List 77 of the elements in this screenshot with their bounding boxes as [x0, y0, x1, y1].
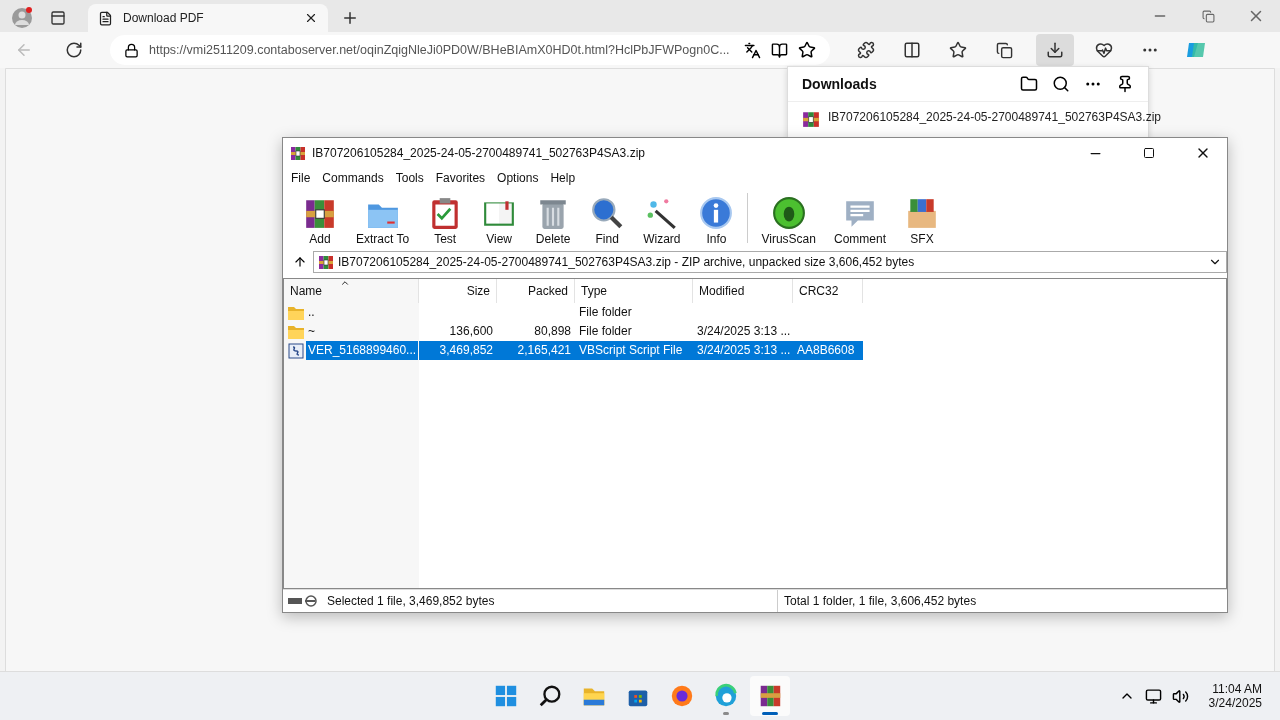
file-name[interactable]: .. [306, 303, 317, 322]
file-name[interactable]: VER_5168899460... [306, 341, 419, 360]
table-cell: VBScript Script File [575, 341, 693, 360]
column-header[interactable]: Name [284, 279, 419, 303]
toolbar-button[interactable]: Test [418, 196, 473, 246]
table-cell: 2,165,421 [497, 341, 575, 360]
collections-icon[interactable] [995, 41, 1013, 59]
column-header[interactable]: Type [575, 279, 693, 303]
browser-tab[interactable]: Download PDF [88, 4, 328, 32]
table-cell: AA8B6608 [793, 341, 863, 360]
table-cell-text: 136,600 [448, 323, 494, 340]
column-header[interactable]: Size [419, 279, 497, 303]
menu-item[interactable]: Tools [389, 171, 430, 185]
translate-icon[interactable] [744, 41, 761, 59]
column-header[interactable]: CRC32 [793, 279, 863, 303]
search-icon[interactable] [1052, 75, 1070, 93]
column-header[interactable]: Modified [693, 279, 793, 303]
menu-item[interactable]: Options [491, 171, 545, 185]
favorites-icon[interactable] [949, 41, 967, 59]
toolbar-button[interactable]: View [472, 196, 527, 246]
script-file-icon [288, 342, 304, 359]
heart-pulse-icon[interactable] [1095, 41, 1113, 59]
read-aloud-icon[interactable] [771, 41, 788, 59]
new-tab-icon[interactable] [341, 9, 359, 27]
table-cell-text: 80,898 [533, 323, 572, 340]
folder-icon[interactable] [1020, 75, 1038, 93]
lock-icon [124, 42, 139, 58]
download-filename[interactable]: IB707206105284_2025-24-05-2700489741_502763P4SA3.zip [828, 110, 1161, 124]
extensions-icon[interactable] [857, 41, 875, 59]
windows-icon [493, 683, 519, 709]
toolbar-button[interactable]: Extract To [347, 196, 419, 246]
search-icon [537, 683, 563, 709]
table-cell-text: File folder [578, 304, 633, 321]
maximize-icon[interactable] [1143, 147, 1155, 159]
archive-icon [318, 254, 334, 270]
network-icon[interactable] [1144, 687, 1162, 705]
column-header[interactable]: Packed [497, 279, 575, 303]
document-icon [98, 10, 113, 26]
toolbar-button[interactable]: Comment [824, 196, 895, 246]
split-screen-icon[interactable] [903, 41, 921, 59]
profile-avatar[interactable] [11, 7, 33, 29]
downloads-title: Downloads [802, 76, 878, 92]
downloads-button[interactable] [1036, 34, 1074, 66]
menu-item[interactable]: File [285, 171, 317, 185]
path-field[interactable]: IB707206105284_2025-24-05-2700489741_502763P4SA3.zip - ZIP archive, unpacked size 3,606,452 bytes [313, 251, 1227, 273]
toolbar-button[interactable]: Find [580, 196, 635, 246]
download-icon [1046, 41, 1064, 59]
status-text: Selected 1 file, 3,469,852 bytes [327, 594, 495, 608]
clock[interactable]: 11:04 AM 3/24/2025 [1208, 682, 1262, 710]
taskbar-app[interactable] [750, 676, 790, 716]
toolbar-button[interactable]: Wizard [634, 196, 690, 246]
window-title: IB707206105284_2025-24-05-2700489741_502763P4SA3.zip [312, 146, 646, 160]
table-cell-text: 3/24/2025 3:13 ... [696, 323, 792, 340]
close-icon[interactable] [304, 11, 318, 25]
table-cell: 3,469,852 [419, 341, 497, 360]
toolbar-button[interactable]: SFX [895, 196, 949, 246]
archive-icon [290, 145, 306, 161]
menu-item[interactable]: Help [544, 171, 582, 185]
address-bar[interactable]: https://vmi2511209.contaboserver.net/oqinZqigNleJi0PD0W/BHeBIAmX0HD0t.html?HclPbJFWPogn0C... [110, 35, 830, 65]
toolbar-button[interactable]: VirusScan [752, 196, 825, 246]
table-cell-text: File folder [578, 323, 633, 340]
table-cell: 3/24/2025 3:13 ... [693, 341, 793, 360]
toolbar-button[interactable]: Add [293, 196, 347, 246]
favorite-star-icon[interactable] [798, 41, 816, 59]
pin-icon[interactable] [1116, 75, 1134, 93]
toolbar-button[interactable]: Info [689, 196, 744, 246]
tab-actions-icon[interactable] [50, 10, 66, 26]
speaker-icon[interactable] [1171, 687, 1189, 705]
file-name[interactable]: ~ [306, 322, 317, 341]
menu-item[interactable]: Favorites [429, 171, 492, 185]
refresh-icon[interactable] [65, 41, 83, 59]
toolbar-button[interactable]: Delete [526, 196, 581, 246]
status-text: Total 1 folder, 1 file, 3,606,452 bytes [783, 594, 978, 608]
archive-icon [802, 110, 820, 128]
restore-icon[interactable] [1201, 9, 1215, 23]
menu-item[interactable]: Commands [316, 171, 390, 185]
info-icon [698, 196, 735, 230]
